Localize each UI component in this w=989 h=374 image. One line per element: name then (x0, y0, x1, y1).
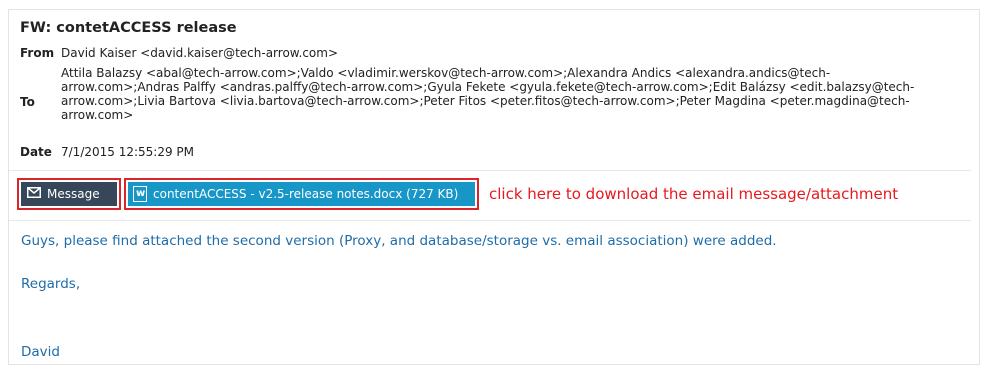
email-subject: FW: contetACCESS release (20, 20, 237, 36)
message-button-inner[interactable]: Message (21, 182, 117, 206)
body-line: Guys, please find attached the second ve… (21, 233, 777, 249)
to-line: Attila Balazsy <abal@tech-arrow.com>;Val… (61, 66, 831, 80)
to-line: arrow.com> (61, 108, 134, 122)
to-line: arrow.com>;Andras Palffy <andras.palffy@… (61, 80, 915, 94)
from-value: David Kaiser <david.kaiser@tech-arrow.co… (61, 46, 338, 60)
from-label: From (20, 46, 55, 60)
to-label: To (20, 95, 35, 109)
to-value: Attila Balazsy <abal@tech-arrow.com>;Val… (61, 66, 971, 122)
body-line: David (21, 344, 60, 360)
date-label: Date (20, 145, 52, 159)
body-divider (9, 220, 971, 221)
date-value: 7/1/2015 12:55:29 PM (61, 145, 195, 159)
word-document-icon: w (133, 186, 147, 202)
attachment-button-label: contentACCESS - v2.5-release notes.docx … (153, 187, 459, 201)
body-line: Regards, (21, 276, 81, 292)
download-annotation: click here to download the email message… (489, 185, 899, 203)
download-attachment-button[interactable]: w contentACCESS - v2.5-release notes.doc… (124, 178, 479, 210)
to-line: arrow.com>;Livia Bartova <livia.bartova@… (61, 94, 910, 108)
header-divider (9, 170, 971, 171)
attachment-button-inner[interactable]: w contentACCESS - v2.5-release notes.doc… (128, 182, 475, 206)
envelope-icon (27, 187, 41, 201)
message-button-label: Message (47, 187, 100, 201)
download-message-button[interactable]: Message (17, 178, 121, 210)
